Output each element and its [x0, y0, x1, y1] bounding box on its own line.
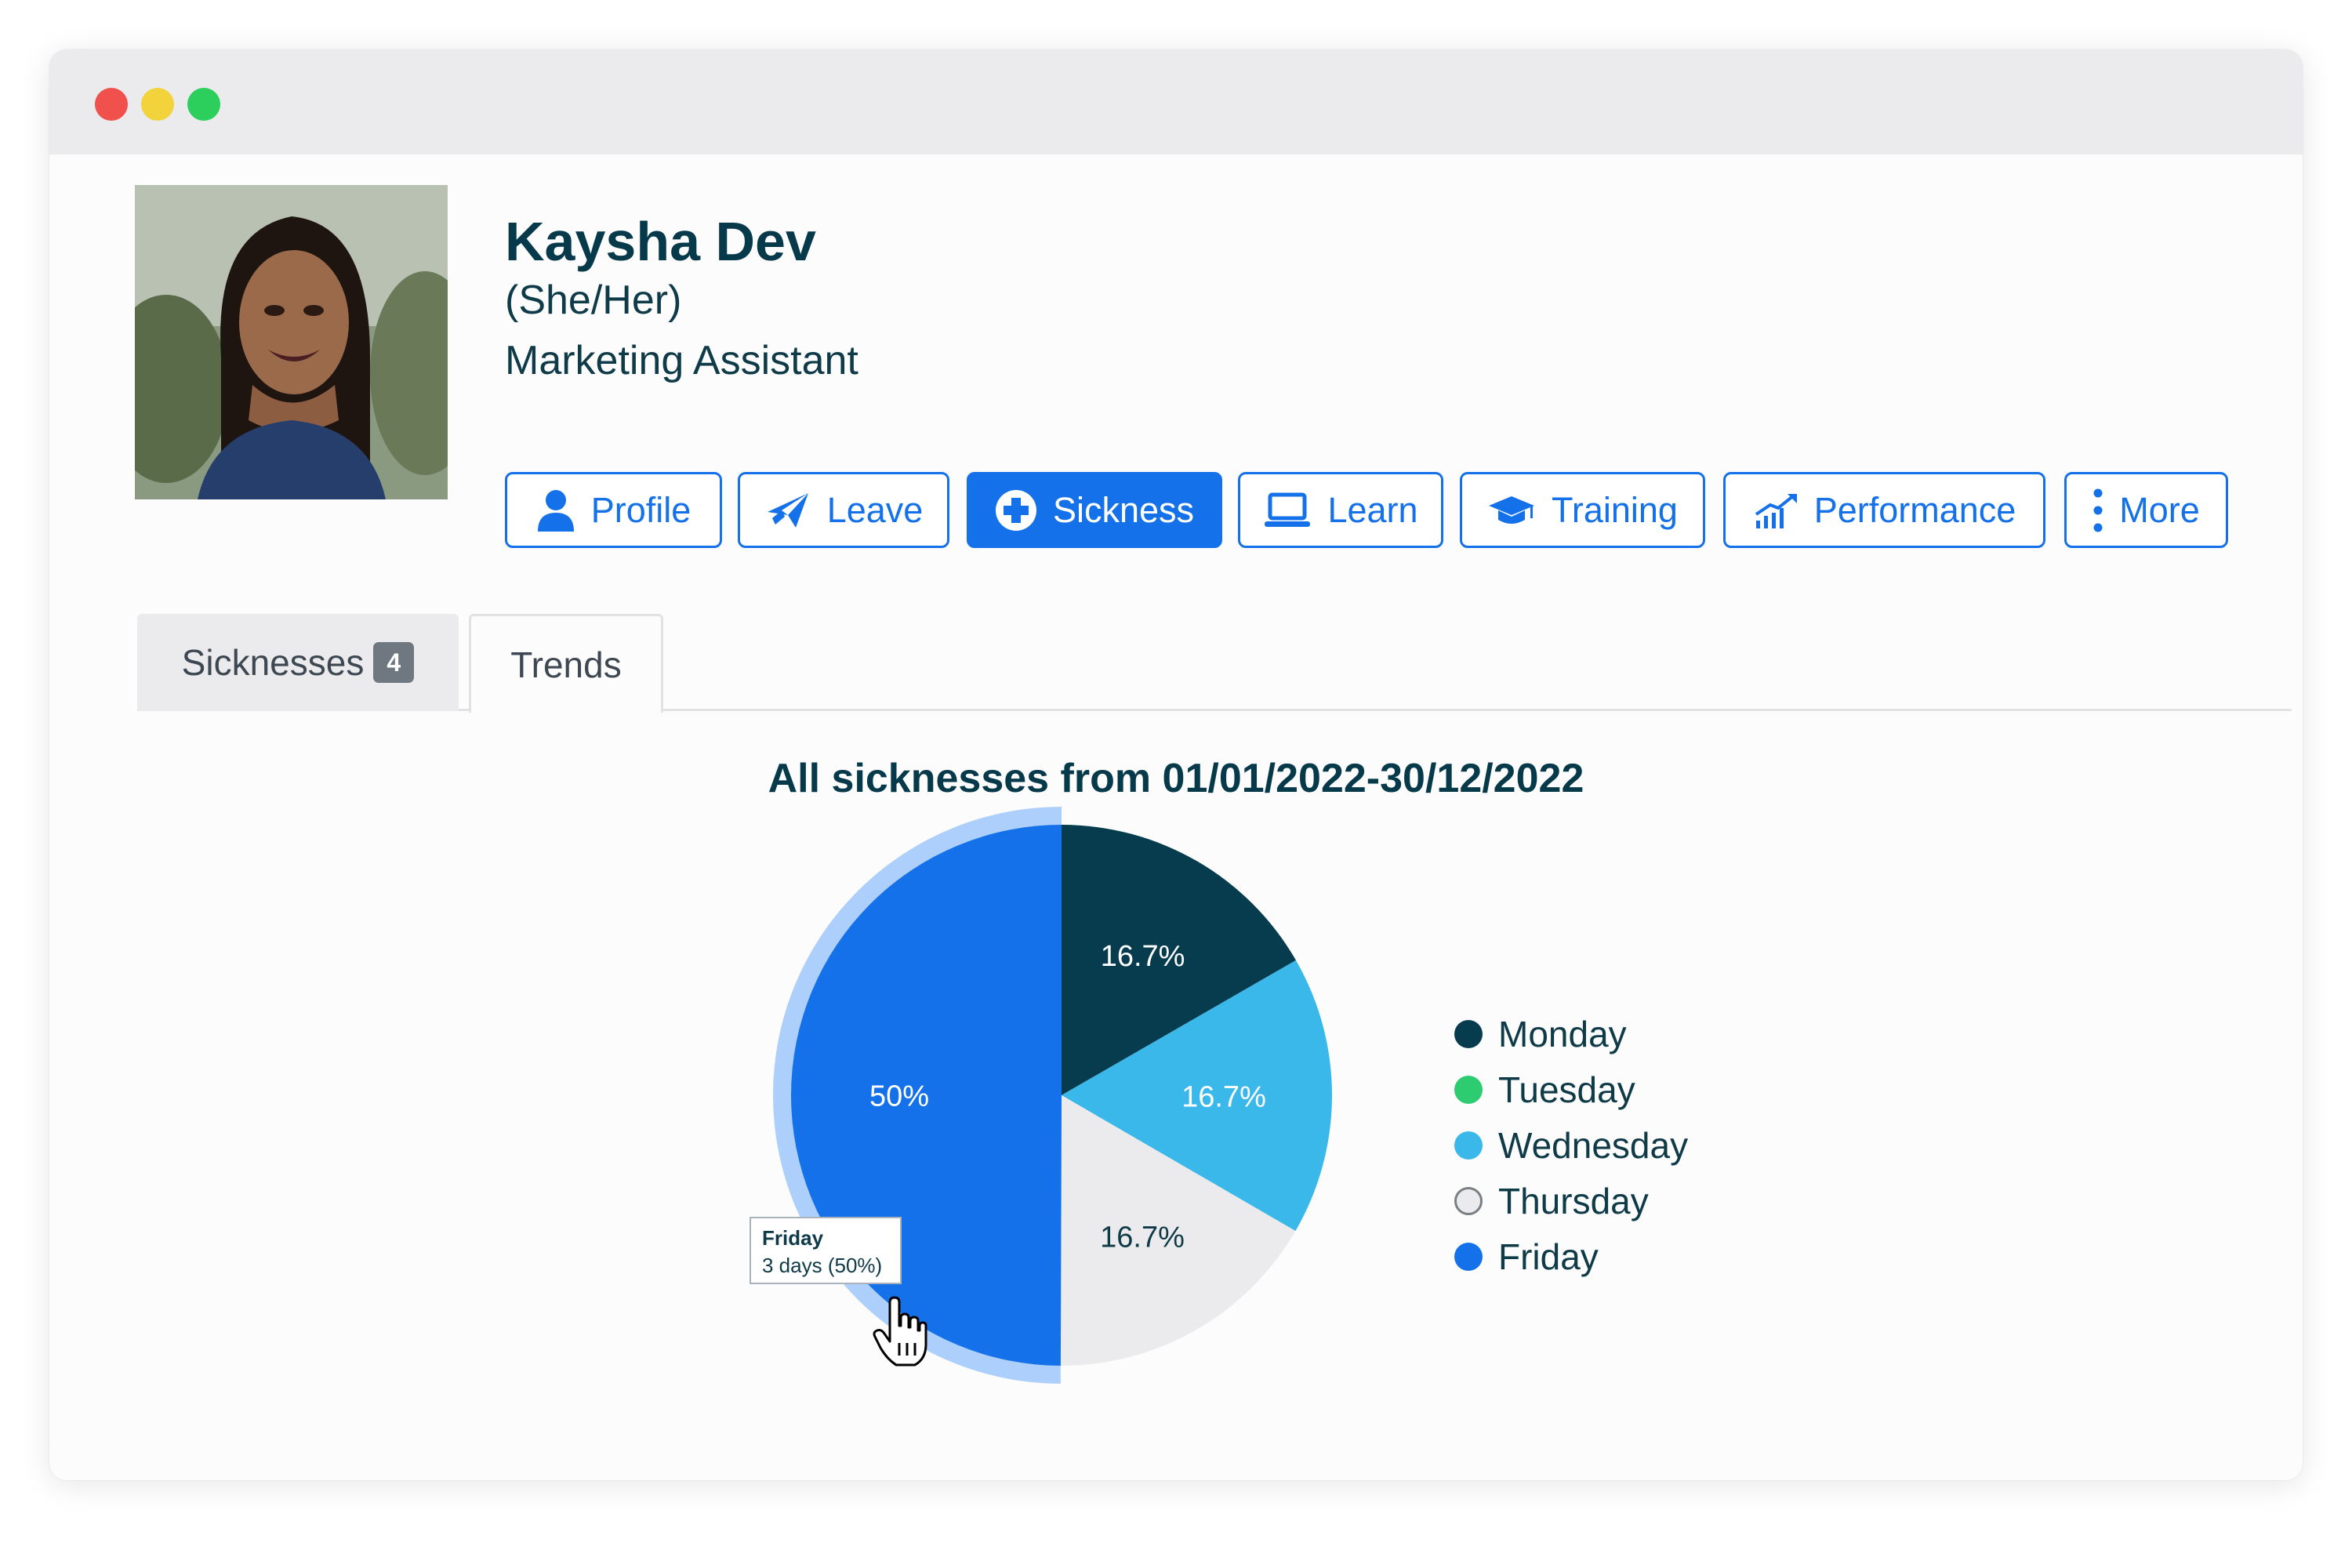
legend-item-friday[interactable]: Friday [1454, 1229, 1688, 1284]
slice-label-thursday: 16.7% [1100, 1221, 1185, 1254]
slice-label-monday: 16.7% [1101, 940, 1185, 973]
legend-swatch [1454, 1186, 1483, 1215]
legend-item-wednesday[interactable]: Wednesday [1454, 1117, 1688, 1173]
legend-swatch [1454, 1242, 1483, 1271]
tab-trends-label: Trends [510, 644, 622, 685]
legend-item-tuesday[interactable]: Tuesday [1454, 1062, 1688, 1117]
legend-label: Thursday [1498, 1180, 1649, 1221]
app-window: Kaysha Dev (She/Her) Marketing Assistant… [49, 49, 2303, 1480]
slice-label-friday: 50% [869, 1080, 929, 1113]
hand-pointer-icon [873, 1296, 927, 1370]
tooltip-body: 3 days (50%) [762, 1254, 883, 1277]
legend-label: Monday [1498, 1013, 1627, 1054]
chart-legend: Monday Tuesday Wednesday Thursday Friday [1454, 1006, 1688, 1284]
tab-trends[interactable]: Trends [469, 614, 663, 713]
legend-label: Wednesday [1498, 1124, 1689, 1166]
legend-swatch [1454, 1131, 1483, 1160]
tooltip-title: Friday [762, 1226, 824, 1250]
slice-label-wednesday: 16.7% [1181, 1080, 1266, 1113]
legend-swatch [1454, 1075, 1483, 1104]
pie-chart: 16.7% 16.7% 16.7% 50% [772, 807, 1333, 1384]
chart-tooltip: Friday 3 days (50%) [750, 1217, 902, 1284]
legend-swatch [1454, 1019, 1483, 1048]
legend-label: Tuesday [1498, 1069, 1635, 1110]
legend-label: Friday [1498, 1236, 1599, 1277]
legend-item-monday[interactable]: Monday [1454, 1006, 1688, 1062]
legend-item-thursday[interactable]: Thursday [1454, 1173, 1688, 1229]
